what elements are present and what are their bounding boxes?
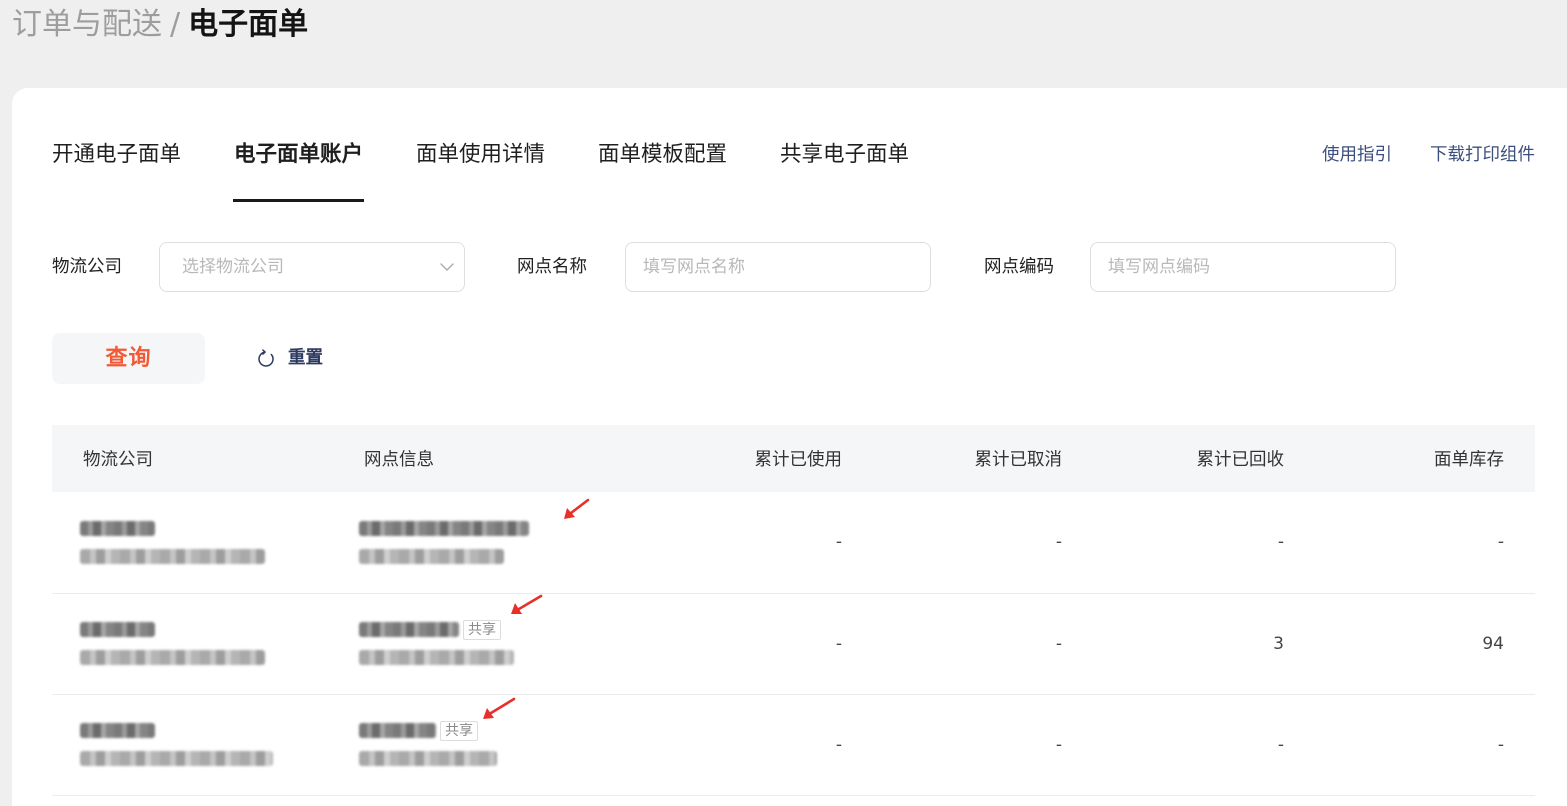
cell-total-used: -	[653, 694, 873, 796]
table-header: 物流公司 网点信息 累计已使用 累计已取消 累计已回收 面单库存	[52, 425, 1535, 492]
branch-code-field	[1090, 242, 1396, 292]
tab-shared-waybill[interactable]: 共享电子面单	[780, 140, 910, 202]
column-total-recycled: 累计已回收	[1093, 425, 1315, 492]
redacted-company-name	[80, 723, 155, 738]
cell-logistics-company	[52, 593, 333, 695]
refresh-icon	[258, 349, 274, 367]
column-total-cancelled: 累计已取消	[873, 425, 1093, 492]
redacted-branch-name	[359, 622, 459, 637]
cell-logistics-company	[52, 492, 333, 594]
redacted-branch-detail	[359, 548, 504, 564]
shared-badge: 共享	[463, 619, 501, 640]
column-branch-info: 网点信息	[333, 425, 653, 492]
redacted-branch-detail	[359, 650, 514, 665]
redacted-branch-detail	[359, 751, 497, 766]
cell-total-used: -	[653, 593, 873, 695]
redacted-line	[359, 745, 622, 773]
redacted-line	[80, 616, 302, 644]
reset-button[interactable]: 重置	[257, 346, 323, 370]
table-body: - - - - 共享 - - 3 94 共享 - - - -	[52, 492, 1535, 796]
breadcrumb-parent[interactable]: 订单与配送	[12, 7, 162, 42]
cell-branch-info	[333, 492, 653, 594]
branch-code-label: 网点编码	[984, 257, 1054, 277]
branch-name-input[interactable]	[626, 243, 930, 291]
table-row: 共享 - - - -	[52, 694, 1535, 796]
breadcrumb-separator: /	[170, 7, 181, 42]
redacted-line	[80, 514, 302, 542]
branch-name-label: 网点名称	[517, 257, 587, 277]
table-row: 共享 - - 3 94	[52, 593, 1535, 695]
table-header-row: 物流公司 网点信息 累计已使用 累计已取消 累计已回收 面单库存	[52, 425, 1535, 492]
table-row: - - - -	[52, 492, 1535, 594]
redacted-company-detail	[80, 751, 273, 766]
cell-branch-info: 共享	[333, 593, 653, 695]
redacted-line	[80, 542, 302, 570]
cell-total-cancelled: -	[873, 694, 1093, 796]
redacted-line	[80, 745, 302, 773]
query-button[interactable]: 查询	[52, 333, 205, 384]
tab-open-waybill[interactable]: 开通电子面单	[52, 140, 182, 202]
cell-total-recycled: -	[1093, 694, 1315, 796]
column-waybill-stock: 面单库存	[1315, 425, 1535, 492]
cell-total-used: -	[653, 492, 873, 594]
waybill-account-table: 物流公司 网点信息 累计已使用 累计已取消 累计已回收 面单库存 - - - -…	[52, 425, 1535, 796]
redacted-line	[80, 644, 302, 672]
branch-code-input[interactable]	[1091, 243, 1395, 291]
branch-name-field	[625, 242, 931, 292]
redacted-company-detail	[80, 650, 265, 665]
cell-waybill-stock: -	[1315, 694, 1535, 796]
tab-template-config[interactable]: 面单模板配置	[598, 140, 728, 202]
cell-logistics-company	[52, 694, 333, 796]
cell-branch-info: 共享	[333, 694, 653, 796]
cell-total-cancelled: -	[873, 492, 1093, 594]
redacted-line: 共享	[359, 616, 622, 644]
cell-waybill-stock: 94	[1315, 593, 1535, 695]
download-print-component-link[interactable]: 下载打印组件	[1430, 143, 1535, 167]
tab-waybill-account[interactable]: 电子面单账户	[233, 140, 364, 202]
breadcrumb: 订单与配送 / 电子面单	[12, 8, 308, 42]
redacted-line	[359, 542, 622, 570]
shared-badge: 共享	[440, 720, 478, 741]
redacted-line	[80, 717, 302, 745]
logistics-company-placeholder: 选择物流公司	[182, 257, 284, 277]
guide-link[interactable]: 使用指引	[1322, 143, 1392, 167]
redacted-company-name	[80, 520, 155, 536]
redacted-company-detail	[80, 548, 265, 564]
redacted-line: 共享	[359, 717, 622, 745]
header-links: 使用指引 下载打印组件	[1322, 143, 1535, 167]
column-logistics-company: 物流公司	[52, 425, 333, 492]
tab-bar: 开通电子面单 电子面单账户 面单使用详情 面单模板配置 共享电子面单	[52, 140, 962, 202]
chevron-down-icon	[440, 263, 454, 271]
cell-waybill-stock: -	[1315, 492, 1535, 594]
column-total-used: 累计已使用	[653, 425, 873, 492]
breadcrumb-current: 电子面单	[188, 7, 309, 42]
redacted-line	[359, 644, 622, 672]
logistics-company-select[interactable]: 选择物流公司	[159, 242, 465, 292]
cell-total-recycled: 3	[1093, 593, 1315, 695]
reset-label: 重置	[288, 348, 323, 368]
redacted-branch-name	[359, 723, 436, 738]
redacted-line	[359, 514, 622, 542]
logistics-company-label: 物流公司	[52, 257, 122, 277]
redacted-branch-name	[359, 520, 529, 536]
redacted-company-name	[80, 622, 155, 637]
cell-total-cancelled: -	[873, 593, 1093, 695]
content-card: 开通电子面单 电子面单账户 面单使用详情 面单模板配置 共享电子面单 使用指引 …	[12, 88, 1567, 806]
cell-total-recycled: -	[1093, 492, 1315, 594]
tab-usage-details[interactable]: 面单使用详情	[416, 140, 546, 202]
